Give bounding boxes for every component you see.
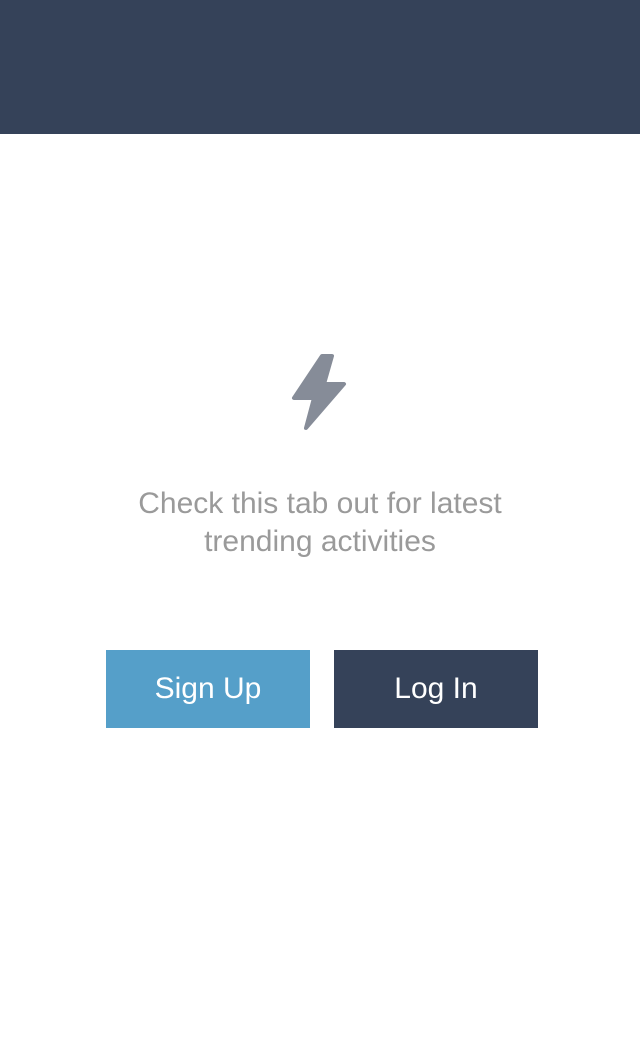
log-in-button[interactable]: Log In [334,650,538,728]
lightning-bolt-icon [290,352,350,432]
top-bar [0,0,640,134]
empty-state-message-line-1: Check this tab out for latest [138,487,502,520]
empty-state-message-line-2: trending activities [204,525,436,558]
sign-up-button[interactable]: Sign Up [106,650,310,728]
empty-state-message: Check this tab out for latest trending a… [100,485,540,561]
empty-state-panel: Check this tab out for latest trending a… [0,134,640,1052]
